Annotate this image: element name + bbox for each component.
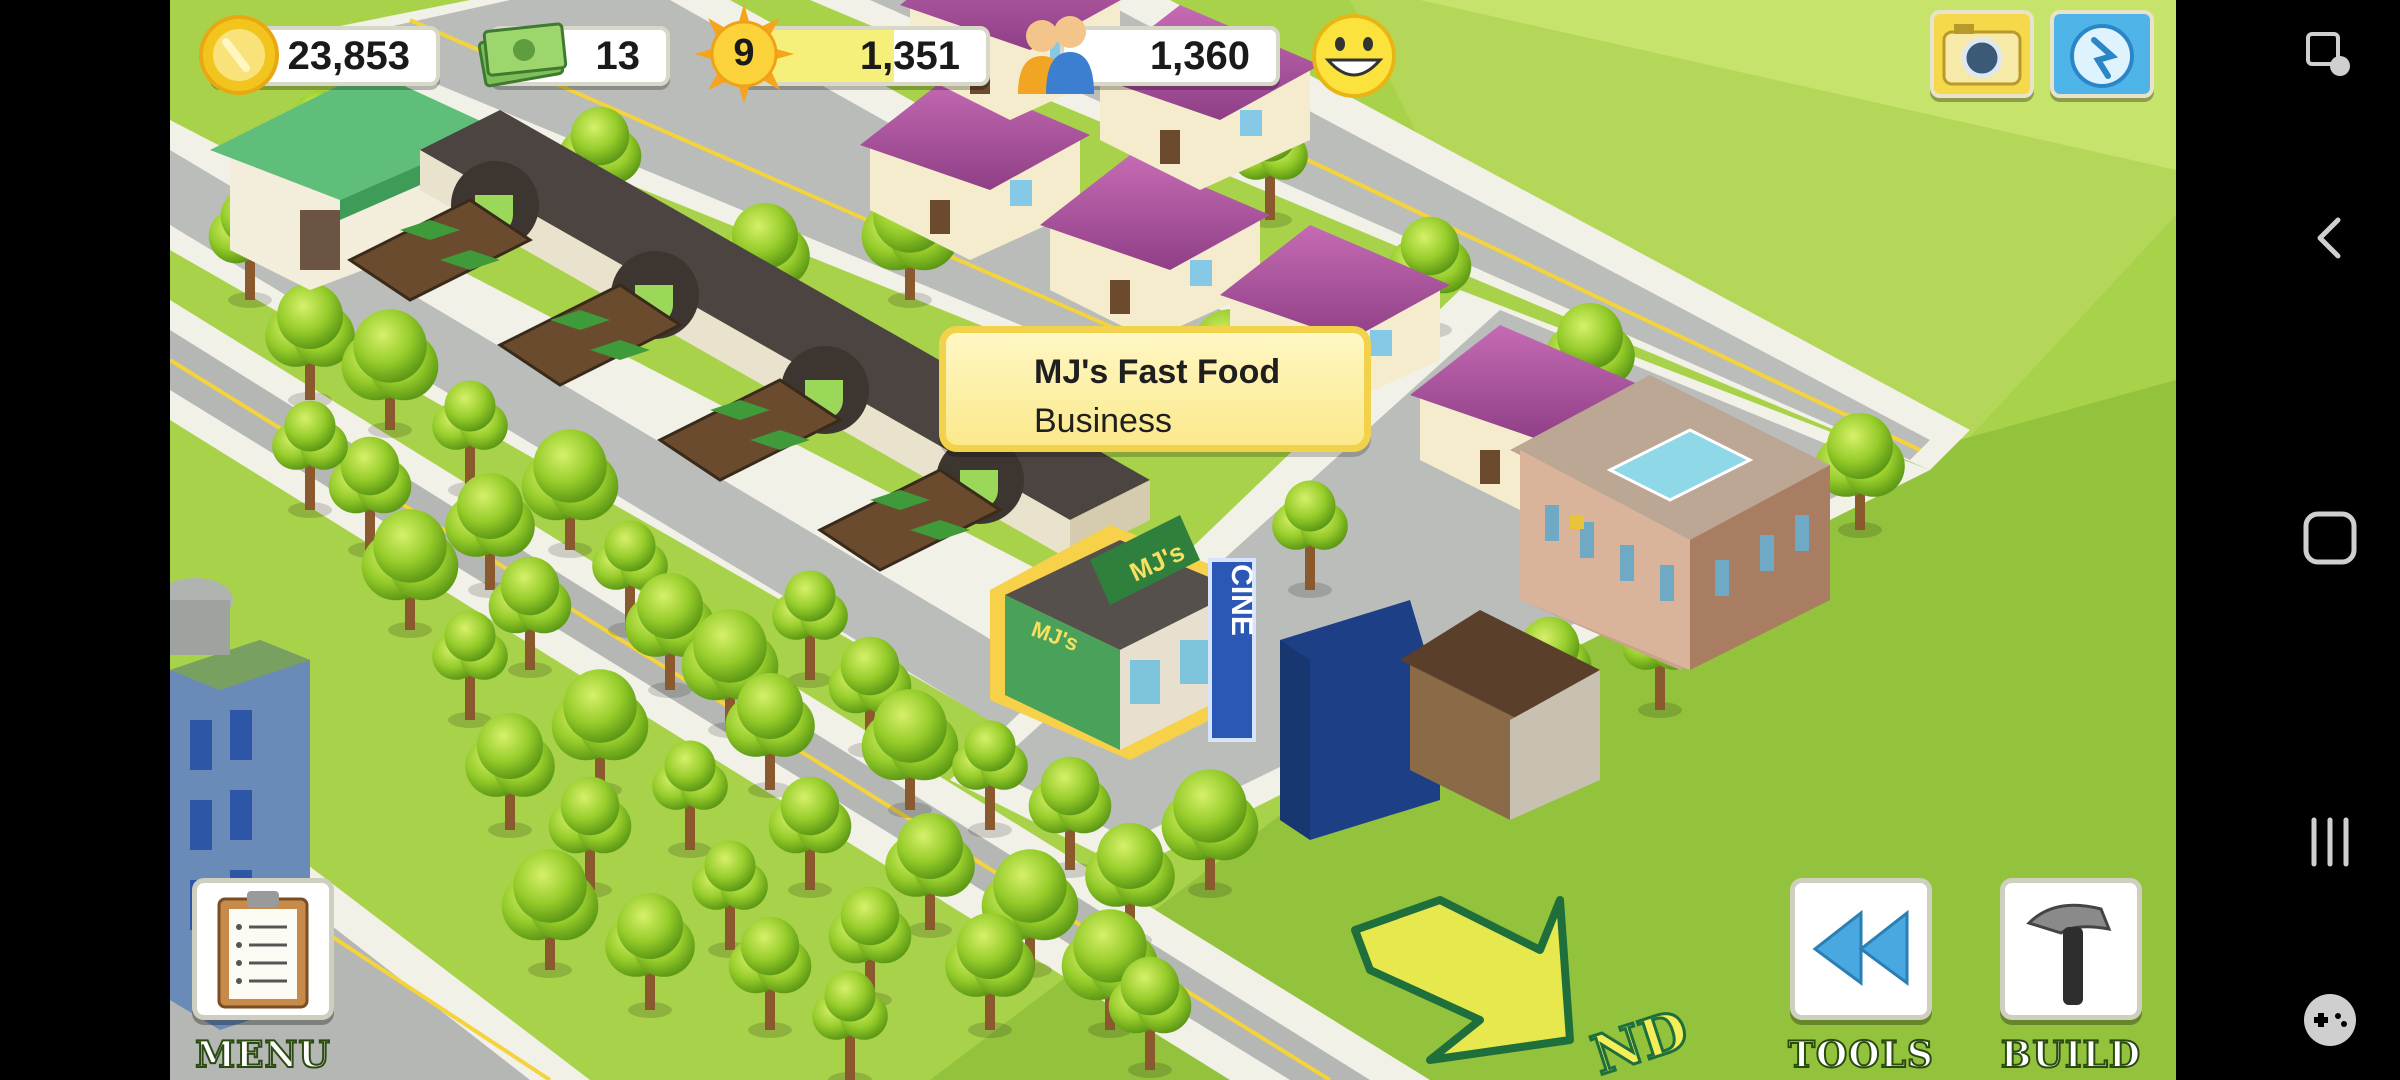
camera-icon <box>1942 24 2022 86</box>
tools-label: TOOLS <box>1787 1033 1934 1077</box>
menu-button[interactable] <box>192 878 334 1020</box>
rewind-icon <box>1812 909 1909 986</box>
share-icon <box>2070 24 2134 88</box>
cash-value: 13 <box>595 33 641 78</box>
building-tooltip[interactable]: MJ's Fast Food Business <box>939 326 1371 452</box>
cash-bills-icon <box>477 22 568 88</box>
cinema-sign: CINE <box>1225 564 1258 636</box>
share-button[interactable] <box>2050 10 2154 98</box>
home-icon[interactable] <box>2300 508 2360 568</box>
tooltip-title: MJ's Fast Food <box>1034 353 1281 391</box>
screen-pin-icon[interactable] <box>2300 26 2360 86</box>
people-icon <box>1018 16 1094 94</box>
tooltip-subtitle: Business <box>1034 402 1172 440</box>
coins-value: 23,853 <box>287 33 410 78</box>
build-button[interactable] <box>2000 878 2142 1020</box>
recent-apps-icon[interactable] <box>2300 812 2360 872</box>
tools-button[interactable] <box>1790 878 1932 1020</box>
build-label: BUILD <box>2000 1033 2142 1077</box>
back-icon[interactable] <box>2300 208 2360 268</box>
xp-value: 1,351 <box>859 33 960 78</box>
game-tools-icon[interactable] <box>2300 990 2360 1050</box>
menu-label: MENU <box>194 1033 331 1077</box>
hammer-icon <box>2026 903 2112 1005</box>
gold-coin-icon <box>199 15 279 95</box>
smiley-face-icon[interactable] <box>1310 12 1398 100</box>
game-viewport[interactable]: MJ's MJ's CINE ND 23,853 13 1,351 9 1,36… <box>170 0 2176 1080</box>
camera-button[interactable] <box>1930 10 2034 98</box>
population-value: 1,360 <box>1149 33 1250 78</box>
level-value: 9 <box>733 32 755 74</box>
clipboard-icon <box>217 891 309 1009</box>
